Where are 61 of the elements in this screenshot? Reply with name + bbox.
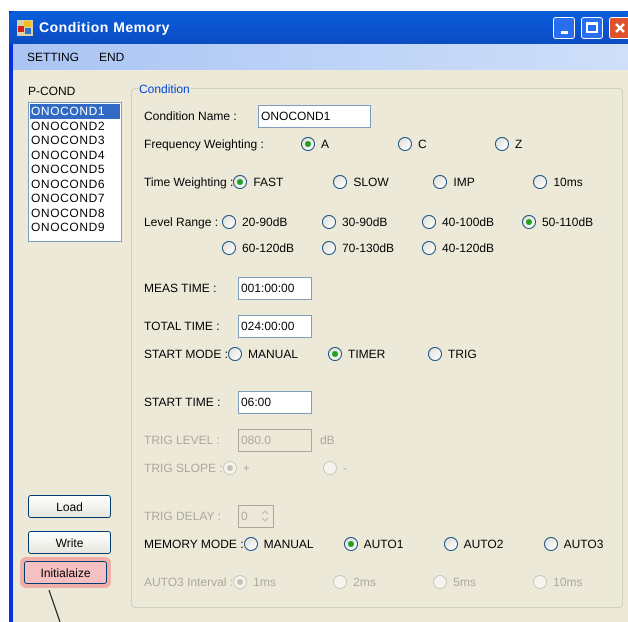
radio-label: 20-90dB xyxy=(242,214,288,231)
radio-label: TIMER xyxy=(348,346,386,363)
radio-label: + xyxy=(242,460,250,477)
name-field[interactable]: ONOCOND1 xyxy=(258,104,371,128)
list-item[interactable]: ONOCOND5 xyxy=(30,162,120,176)
radio-label: 1ms xyxy=(253,574,276,591)
radio-label: A xyxy=(321,136,330,153)
radio-label: - xyxy=(342,460,347,477)
field-label: TRIG LEVEL : xyxy=(144,432,221,449)
menu-item[interactable]: SETTING xyxy=(27,48,80,66)
list-item[interactable]: ONOCOND9 xyxy=(30,220,120,234)
unit-label: dB xyxy=(320,432,335,449)
field-label: Time Weighting : xyxy=(144,174,234,191)
list-item[interactable]: ONOCOND6 xyxy=(30,176,120,191)
radio-label: AUTO3 xyxy=(564,536,604,553)
radio-label: SLOW xyxy=(353,174,389,191)
field-label: START MODE : xyxy=(144,346,228,363)
radio-label: 30-90dB xyxy=(342,214,388,231)
radio-label: MANUAL xyxy=(264,536,314,553)
field-label: MEMORY MODE : xyxy=(144,536,244,553)
radio-label: Z xyxy=(515,136,522,153)
radio-label: C xyxy=(418,136,427,153)
list-item[interactable]: ONOCOND4 xyxy=(30,148,120,162)
field-label: AUTO3 Interval : xyxy=(144,574,234,591)
action-button[interactable]: Write xyxy=(28,531,111,554)
list-item[interactable]: ONOCOND8 xyxy=(30,206,120,220)
window-title: Condition Memory xyxy=(39,18,171,37)
list-item[interactable]: ONOCOND1 xyxy=(30,104,120,118)
radio-label: 40-100dB xyxy=(442,214,494,231)
time-field[interactable]: 024:00:00 xyxy=(238,314,312,338)
list-item[interactable]: ONOCOND3 xyxy=(30,133,120,148)
radio-label: 40-120dB xyxy=(442,240,494,257)
radio-label: 2ms xyxy=(353,574,376,591)
field-label: Condition Name : xyxy=(144,108,238,125)
list-item[interactable]: ONOCOND2 xyxy=(30,118,120,133)
action-button[interactable]: Load xyxy=(28,495,111,518)
radio-label: AUTO1 xyxy=(364,536,404,553)
field-label: MEAS TIME : xyxy=(144,280,218,297)
radio-label: AUTO2 xyxy=(464,536,504,553)
radio-label: TRIG xyxy=(448,346,477,363)
field-label: START TIME : xyxy=(144,394,222,411)
time-field[interactable]: 06:00 xyxy=(238,390,312,414)
field-label: TRIG SLOPE : xyxy=(144,460,223,477)
time-field[interactable]: 001:00:00 xyxy=(238,276,312,300)
radio-label: 10ms xyxy=(553,574,582,591)
field-label: Frequency Weighting : xyxy=(144,136,265,153)
radio-label: 5ms xyxy=(453,574,476,591)
list-label: P-COND xyxy=(28,83,76,100)
radio-label: 10ms xyxy=(553,174,583,191)
radio-label: 50-110dB xyxy=(542,214,594,231)
list-item[interactable]: ONOCOND7 xyxy=(30,191,120,206)
field-label: Level Range : xyxy=(144,214,220,231)
radio-label: 70-130dB xyxy=(342,240,394,257)
menu-item[interactable]: END xyxy=(99,48,124,66)
radio-label: 60-120dB xyxy=(242,240,294,257)
radio-label: MANUAL xyxy=(248,346,298,363)
field-label: TOTAL TIME : xyxy=(144,318,221,335)
radio-label: FAST xyxy=(253,174,284,191)
action-button[interactable]: Initialaize xyxy=(24,561,107,584)
field-label: TRIG DELAY : xyxy=(144,508,222,525)
radio-label: IMP xyxy=(453,174,475,191)
